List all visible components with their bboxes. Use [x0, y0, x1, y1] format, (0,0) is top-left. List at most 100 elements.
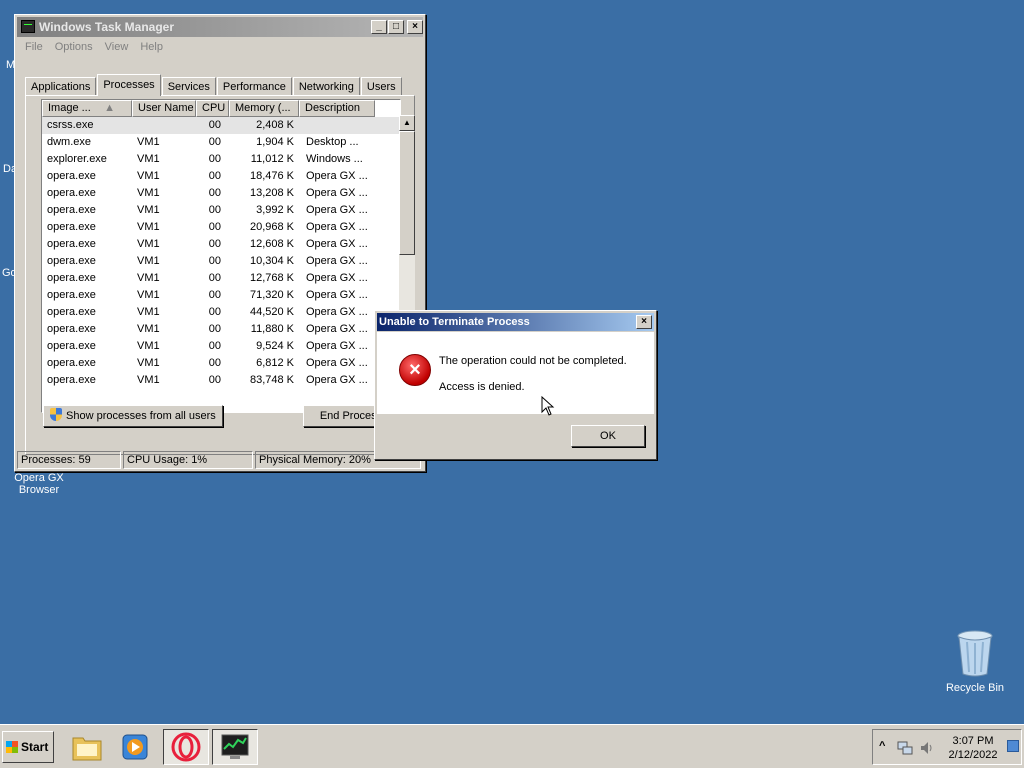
tab-services[interactable]: Services: [161, 77, 216, 96]
table-row[interactable]: opera.exe VM1 00 44,520 K Opera GX ...: [42, 304, 400, 321]
user-name-cell: VM1: [137, 170, 160, 182]
table-row[interactable]: opera.exe VM1 00 3,992 K Opera GX ...: [42, 202, 400, 219]
menu-bar: File Options View Help: [19, 39, 169, 57]
desktop-icon-label: Opera GX Browser: [14, 472, 64, 496]
column-header-image-name[interactable]: Image ... ▲: [42, 100, 132, 117]
user-name-cell: VM1: [137, 187, 160, 199]
minimize-button[interactable]: _: [371, 20, 387, 34]
memory-cell: 11,012 K: [250, 153, 294, 165]
ok-button[interactable]: OK: [571, 425, 645, 447]
table-row[interactable]: opera.exe VM1 00 9,524 K Opera GX ...: [42, 338, 400, 355]
description-cell: Opera GX ...: [306, 357, 368, 369]
ok-label: OK: [600, 430, 616, 442]
cpu-cell: 00: [208, 238, 221, 250]
window-title: Windows Task Manager: [39, 20, 175, 34]
menu-view[interactable]: View: [99, 39, 135, 57]
tab-performance[interactable]: Performance: [216, 77, 292, 96]
scroll-thumb[interactable]: [399, 131, 415, 255]
taskbar-task-manager[interactable]: [212, 729, 258, 765]
description-cell: [299, 117, 375, 134]
dialog-close-button[interactable]: ×: [636, 315, 652, 329]
status-bar: Processes: 59 CPU Usage: 1% Physical Mem…: [17, 451, 423, 469]
system-tray: ^ 3:07 PM 2/12/2022: [872, 729, 1022, 765]
taskbar-explorer[interactable]: [64, 729, 110, 765]
recycle-bin-icon: [957, 630, 993, 677]
dialog-message: The operation could not be completed.: [439, 355, 627, 367]
table-row[interactable]: opera.exe VM1 00 18,476 K Opera GX ...: [42, 168, 400, 185]
process-name-cell: opera.exe: [47, 323, 96, 335]
column-header-description[interactable]: Description: [299, 100, 375, 117]
tab-processes[interactable]: Processes: [97, 74, 161, 96]
cpu-cell: 00: [208, 221, 221, 233]
user-name-cell: VM1: [137, 357, 160, 369]
tab-applications[interactable]: Applications: [25, 77, 97, 96]
table-row[interactable]: opera.exe VM1 00 11,880 K Opera GX ...: [42, 321, 400, 338]
maximize-button[interactable]: □: [388, 20, 404, 34]
volume-icon[interactable]: [919, 740, 935, 756]
close-button[interactable]: ×: [407, 20, 423, 34]
user-name-cell: VM1: [137, 136, 160, 148]
table-row[interactable]: opera.exe VM1 00 6,812 K Opera GX ...: [42, 355, 400, 372]
windows-logo-icon: [6, 741, 18, 753]
tab-networking[interactable]: Networking: [292, 77, 360, 96]
taskbar-media-player[interactable]: [112, 729, 158, 765]
table-row[interactable]: explorer.exe VM1 00 11,012 K Windows ...: [42, 151, 400, 168]
cpu-cell: 00: [208, 289, 221, 301]
process-name-cell: explorer.exe: [47, 153, 107, 165]
table-row[interactable]: opera.exe VM1 00 12,608 K Opera GX ...: [42, 236, 400, 253]
clock[interactable]: 3:07 PM 2/12/2022: [941, 734, 1005, 762]
show-all-processes-button[interactable]: Show processes from all users: [43, 405, 223, 427]
memory-cell: 20,968 K: [249, 221, 294, 233]
memory-cell: 1,904 K: [256, 136, 294, 148]
dialog-titlebar[interactable]: Unable to Terminate Process ×: [377, 313, 654, 331]
memory-cell: 12,608 K: [249, 238, 294, 250]
memory-cell: 18,476 K: [249, 170, 294, 182]
task-manager-taskbar-icon: [221, 734, 249, 759]
cpu-cell: 00: [208, 170, 221, 182]
tab-users[interactable]: Users: [360, 77, 402, 96]
menu-file[interactable]: File: [19, 39, 49, 57]
network-icon[interactable]: [897, 740, 913, 756]
table-row[interactable]: opera.exe VM1 00 10,304 K Opera GX ...: [42, 253, 400, 270]
start-label: Start: [21, 740, 49, 754]
table-row[interactable]: opera.exe VM1 00 12,768 K Opera GX ...: [42, 270, 400, 287]
show-hidden-icons-button[interactable]: ^: [879, 740, 885, 752]
memory-cell: 13,208 K: [249, 187, 294, 199]
task-manager-titlebar[interactable]: Windows Task Manager _ □ ×: [17, 17, 423, 37]
column-header-memory[interactable]: Memory (...: [229, 100, 299, 117]
memory-cell: 9,524 K: [256, 340, 294, 352]
table-row[interactable]: opera.exe VM1 00 20,968 K Opera GX ...: [42, 219, 400, 236]
scroll-up-button[interactable]: ▲: [399, 115, 415, 131]
table-row[interactable]: dwm.exe VM1 00 1,904 K Desktop ...: [42, 134, 400, 151]
description-cell: Opera GX ...: [306, 204, 368, 216]
process-rows: csrss.exe 00 2,408 K dwm.exe VM1 00 1,904 K Des…: [42, 117, 400, 389]
cpu-cell: 00: [208, 306, 221, 318]
cpu-cell: 00: [208, 357, 221, 369]
menu-options[interactable]: Options: [49, 39, 99, 57]
description-cell: Windows ...: [306, 153, 363, 165]
column-header-cpu[interactable]: CPU: [196, 100, 229, 117]
dialog-detail: Access is denied.: [439, 381, 525, 393]
description-cell: Opera GX ...: [306, 289, 368, 301]
description-cell: Opera GX ...: [306, 323, 368, 335]
process-name-cell: opera.exe: [47, 272, 96, 284]
table-row[interactable]: csrss.exe 00 2,408 K: [42, 117, 400, 134]
process-name-cell: opera.exe: [47, 340, 96, 352]
description-cell: Opera GX ...: [306, 221, 368, 233]
user-name-cell: VM1: [137, 204, 160, 216]
process-name-cell: opera.exe: [47, 238, 96, 250]
desktop-icon-opera-gx[interactable]: Opera GX Browser: [4, 472, 74, 496]
menu-help[interactable]: Help: [134, 39, 169, 57]
taskbar-opera-gx[interactable]: [163, 729, 209, 765]
table-row[interactable]: opera.exe VM1 00 13,208 K Opera GX ...: [42, 185, 400, 202]
table-row[interactable]: opera.exe VM1 00 71,320 K Opera GX ...: [42, 287, 400, 304]
user-name-cell: [132, 117, 196, 134]
show-desktop-button[interactable]: [1007, 740, 1019, 752]
table-row[interactable]: opera.exe VM1 00 83,748 K Opera GX ...: [42, 372, 400, 389]
cpu-cell: 00: [208, 374, 221, 386]
desktop-icon-recycle-bin[interactable]: Recycle Bin: [944, 630, 1006, 694]
column-header-user-name[interactable]: User Name: [132, 100, 196, 117]
start-button[interactable]: Start: [2, 731, 54, 763]
process-list[interactable]: Image ... ▲ User Name CPU Memory (... De…: [41, 99, 401, 413]
cpu-cell: 00: [208, 119, 221, 131]
